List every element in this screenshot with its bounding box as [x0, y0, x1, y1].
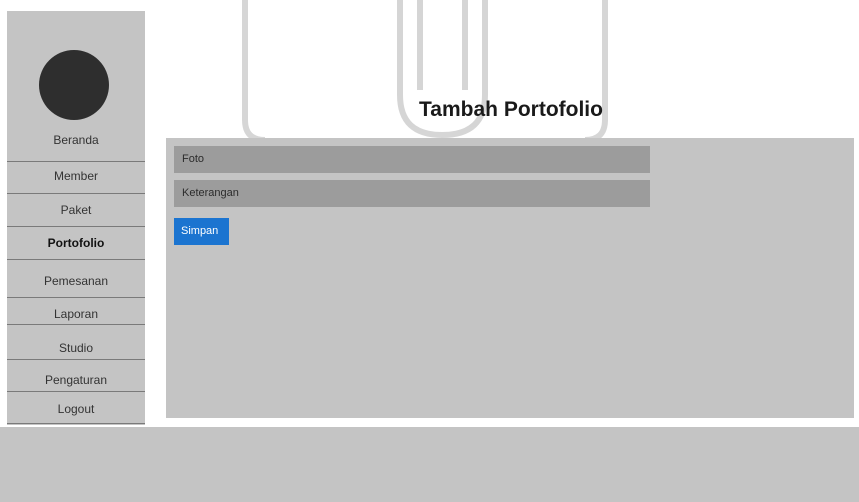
sidebar-item-portofolio[interactable]: Portofolio	[7, 236, 145, 250]
sidebar: Beranda Member Paket Portofolio Pemesana…	[7, 11, 145, 425]
sidebar-item-laporan[interactable]: Laporan	[7, 307, 145, 321]
section-divider	[145, 420, 859, 427]
menu-divider	[7, 324, 145, 325]
keterangan-field[interactable]: Keterangan	[174, 180, 650, 207]
sidebar-item-pengaturan[interactable]: Pengaturan	[7, 373, 145, 387]
sidebar-item-studio[interactable]: Studio	[7, 341, 145, 355]
menu-divider	[7, 359, 145, 360]
menu-divider	[7, 226, 145, 227]
save-button[interactable]: Simpan	[174, 218, 229, 245]
form-panel: Foto Keterangan Simpan	[166, 138, 854, 418]
avatar	[39, 50, 109, 120]
menu-divider	[7, 259, 145, 260]
sidebar-item-paket[interactable]: Paket	[7, 203, 145, 217]
foto-field[interactable]: Foto	[174, 146, 650, 173]
sidebar-item-logout[interactable]: Logout	[7, 402, 145, 416]
menu-divider	[7, 193, 145, 194]
page-title: Tambah Portofolio	[419, 98, 603, 121]
sidebar-item-beranda[interactable]: Beranda	[7, 133, 145, 147]
menu-divider	[7, 161, 145, 162]
sidebar-item-pemesanan[interactable]: Pemesanan	[7, 274, 145, 288]
menu-divider	[7, 297, 145, 298]
menu-divider	[7, 423, 145, 424]
footer	[0, 427, 859, 502]
sidebar-item-member[interactable]: Member	[7, 169, 145, 183]
menu-divider	[7, 391, 145, 392]
